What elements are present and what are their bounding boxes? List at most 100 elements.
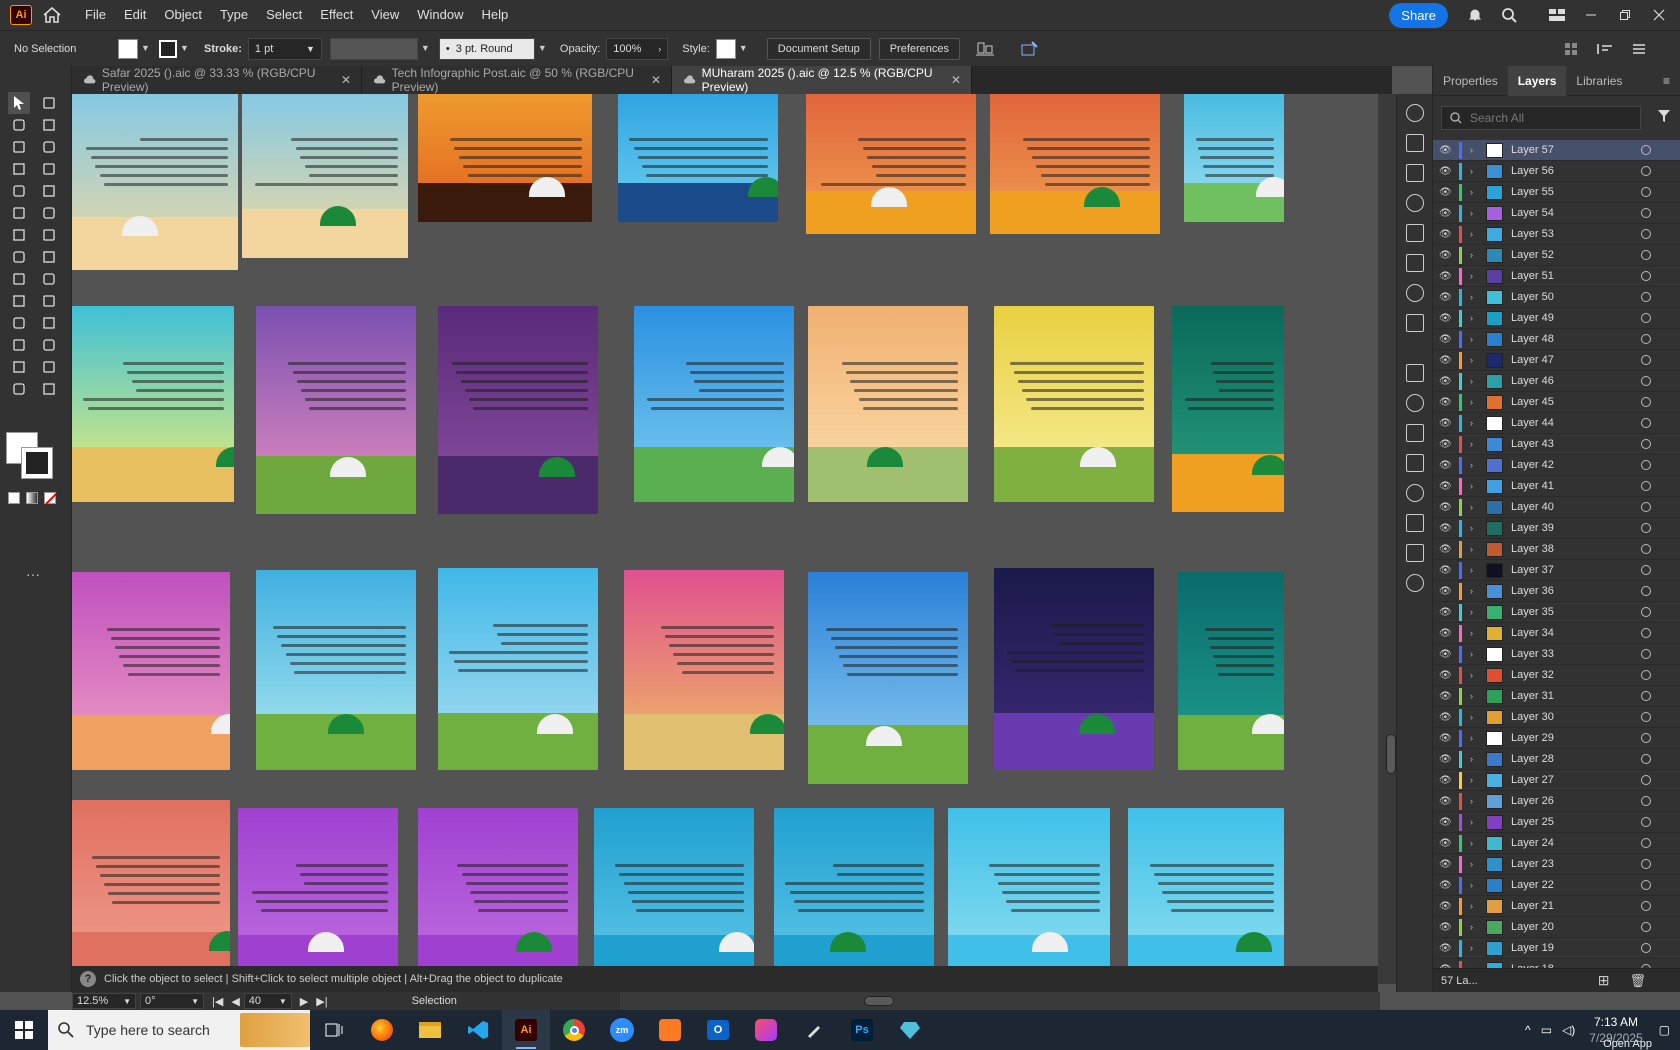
visibility-eye-icon[interactable]: 👁 <box>1439 271 1459 282</box>
visibility-eye-icon[interactable]: 👁 <box>1439 733 1459 744</box>
layer-target-icon[interactable] <box>1641 292 1651 302</box>
visibility-eye-icon[interactable]: 👁 <box>1439 817 1459 828</box>
artboard-poster[interactable] <box>634 306 794 502</box>
layer-row[interactable]: 👁 › Layer 26 <box>1433 791 1680 812</box>
layer-target-icon[interactable] <box>1641 817 1651 827</box>
layer-name[interactable]: Layer 30 <box>1511 711 1641 723</box>
layer-target-icon[interactable] <box>1641 460 1651 470</box>
layer-name[interactable]: Layer 44 <box>1511 417 1641 429</box>
eraser-tool-icon[interactable] <box>38 202 60 224</box>
chevron-down-icon[interactable]: ▼ <box>739 43 751 55</box>
layer-target-icon[interactable] <box>1641 880 1651 890</box>
panel-shortcut-icon[interactable] <box>1406 194 1424 212</box>
share-button[interactable]: Share <box>1389 2 1448 28</box>
preferences-button[interactable]: Preferences <box>878 37 961 60</box>
layer-row[interactable]: 👁 › Layer 36 <box>1433 581 1680 602</box>
layer-row[interactable]: 👁 › Layer 48 <box>1433 329 1680 350</box>
visibility-eye-icon[interactable]: 👁 <box>1439 796 1459 807</box>
perspective-tool-icon[interactable] <box>38 268 60 290</box>
layer-row[interactable]: 👁 › Layer 23 <box>1433 854 1680 875</box>
layer-name[interactable]: Layer 45 <box>1511 396 1641 408</box>
visibility-eye-icon[interactable]: 👁 <box>1439 880 1459 891</box>
expand-arrow-icon[interactable]: › <box>1470 250 1482 260</box>
layer-target-icon[interactable] <box>1641 271 1651 281</box>
zoom-field[interactable]: 12.5% ▼ <box>72 993 136 1009</box>
layer-name[interactable]: Layer 52 <box>1511 249 1641 261</box>
layer-name[interactable]: Layer 34 <box>1511 627 1641 639</box>
last-artboard-icon[interactable]: ▶| <box>316 995 327 1008</box>
expand-arrow-icon[interactable]: › <box>1470 292 1482 302</box>
visibility-eye-icon[interactable]: 👁 <box>1439 922 1459 933</box>
expand-arrow-icon[interactable]: › <box>1470 775 1482 785</box>
visibility-eye-icon[interactable]: 👁 <box>1439 166 1459 177</box>
artboard-poster[interactable] <box>1178 572 1284 770</box>
type-tool-icon[interactable] <box>8 158 30 180</box>
expand-arrow-icon[interactable]: › <box>1470 943 1482 953</box>
layer-name[interactable]: Layer 35 <box>1511 606 1641 618</box>
artboard-poster[interactable] <box>994 568 1154 770</box>
artboard-poster[interactable] <box>256 570 416 770</box>
free-transform-tool-icon[interactable] <box>38 246 60 268</box>
layer-target-icon[interactable] <box>1641 838 1651 848</box>
layer-name[interactable]: Layer 27 <box>1511 774 1641 786</box>
firefox-icon[interactable] <box>358 1010 406 1050</box>
minimize-icon[interactable] <box>1578 2 1604 28</box>
open-app-label[interactable]: Open App <box>1603 1038 1652 1050</box>
visibility-eye-icon[interactable]: 👁 <box>1439 943 1459 954</box>
new-layer-icon[interactable]: ⊞ <box>1598 972 1610 989</box>
blend-tool-icon[interactable] <box>38 312 60 334</box>
artboard-tool-icon[interactable] <box>8 356 30 378</box>
expand-arrow-icon[interactable]: › <box>1470 712 1482 722</box>
panel-shortcut-icon[interactable] <box>1406 574 1424 592</box>
arrange-documents-icon[interactable] <box>1558 36 1584 62</box>
layer-row[interactable]: 👁 › Layer 54 <box>1433 203 1680 224</box>
visibility-eye-icon[interactable]: 👁 <box>1439 481 1459 492</box>
expand-arrow-icon[interactable]: › <box>1470 817 1482 827</box>
layer-row[interactable]: 👁 › Layer 52 <box>1433 245 1680 266</box>
layer-row[interactable]: 👁 › Layer 32 <box>1433 665 1680 686</box>
layer-target-icon[interactable] <box>1641 229 1651 239</box>
stroke-swatch[interactable] <box>159 39 177 58</box>
layer-target-icon[interactable] <box>1641 523 1651 533</box>
layer-name[interactable]: Layer 55 <box>1511 186 1641 198</box>
layer-name[interactable]: Layer 33 <box>1511 648 1641 660</box>
gem-app-icon[interactable] <box>886 1010 934 1050</box>
visibility-eye-icon[interactable]: 👁 <box>1439 901 1459 912</box>
panel-shortcut-icon[interactable] <box>1406 364 1424 382</box>
expand-arrow-icon[interactable]: › <box>1470 439 1482 449</box>
expand-arrow-icon[interactable]: › <box>1470 187 1482 197</box>
document-tab[interactable]: MUharam 2025 ().aic @ 12.5 % (RGB/CPU Pr… <box>672 66 972 94</box>
expand-arrow-icon[interactable]: › <box>1470 145 1482 155</box>
file-explorer-icon[interactable] <box>406 1010 454 1050</box>
menu-type[interactable]: Type <box>211 0 257 30</box>
fill-stroke-widget[interactable] <box>6 432 56 482</box>
lasso-tool-icon[interactable] <box>38 114 60 136</box>
artboard-poster[interactable] <box>72 94 238 270</box>
expand-arrow-icon[interactable]: › <box>1470 628 1482 638</box>
artboard-number-field[interactable]: 40 ▼ <box>243 993 292 1009</box>
layer-name[interactable]: Layer 41 <box>1511 480 1641 492</box>
restore-icon[interactable] <box>1612 2 1638 28</box>
layer-row[interactable]: 👁 › Layer 45 <box>1433 392 1680 413</box>
visibility-eye-icon[interactable]: 👁 <box>1439 460 1459 471</box>
artboard-poster[interactable] <box>990 94 1160 234</box>
layer-row[interactable]: 👁 › Layer 24 <box>1433 833 1680 854</box>
expand-arrow-icon[interactable]: › <box>1470 859 1482 869</box>
width-tool-icon[interactable] <box>8 246 30 268</box>
layer-name[interactable]: Layer 50 <box>1511 291 1641 303</box>
expand-arrow-icon[interactable]: › <box>1470 691 1482 701</box>
layer-target-icon[interactable] <box>1641 901 1651 911</box>
menu-select[interactable]: Select <box>257 0 311 30</box>
layer-target-icon[interactable] <box>1641 607 1651 617</box>
document-tab[interactable]: Safar 2025 ().aic @ 33.33 % (RGB/CPU Pre… <box>72 66 362 94</box>
close-tab-icon[interactable]: ✕ <box>651 73 661 87</box>
layer-row[interactable]: 👁 › Layer 25 <box>1433 812 1680 833</box>
layer-target-icon[interactable] <box>1641 796 1651 806</box>
illustrator-taskbar-icon[interactable]: Ai <box>502 1010 550 1050</box>
graph-tool-icon[interactable] <box>38 334 60 356</box>
layer-target-icon[interactable] <box>1641 544 1651 554</box>
panel-shortcut-icon[interactable] <box>1406 454 1424 472</box>
workspace-switcher-icon[interactable] <box>1544 2 1570 28</box>
visibility-eye-icon[interactable]: 👁 <box>1439 691 1459 702</box>
panel-shortcut-icon[interactable] <box>1406 514 1424 532</box>
